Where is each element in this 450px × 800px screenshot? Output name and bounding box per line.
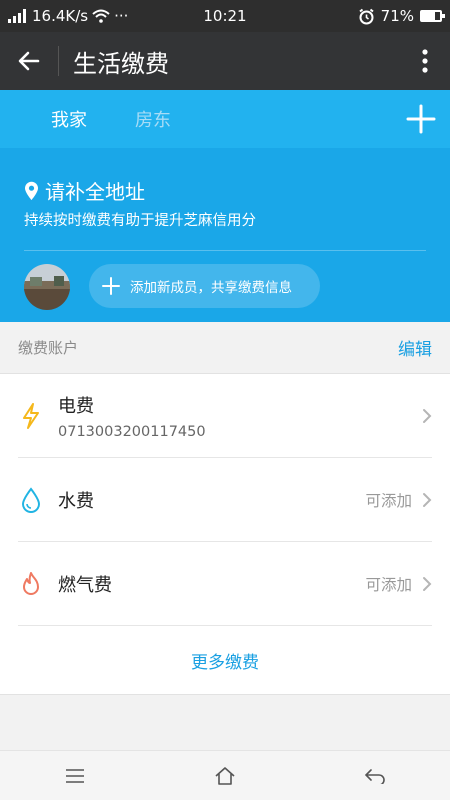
battery-percent: 71% xyxy=(380,7,414,25)
chevron-right-icon xyxy=(423,493,432,507)
bill-name: 燃气费 xyxy=(58,575,112,596)
wifi-icon xyxy=(92,9,110,23)
plus-icon xyxy=(102,277,120,295)
plus-icon[interactable] xyxy=(404,102,438,136)
credit-hint: 持续按时缴费有助于提升芝麻信用分 xyxy=(24,213,256,229)
nav-home-button[interactable] xyxy=(195,756,255,796)
battery-icon xyxy=(420,10,445,22)
tab-my-home[interactable]: 我家 xyxy=(27,106,111,132)
chevron-right-icon xyxy=(423,409,432,423)
tab-landlord[interactable]: 房东 xyxy=(111,106,195,132)
avatar[interactable] xyxy=(24,264,70,310)
flame-icon xyxy=(18,571,44,597)
status-bar: 16.4K/s ··· 10:21 71% xyxy=(0,0,450,32)
page-title: 生活缴费 xyxy=(73,49,169,78)
app-bar: 生活缴费 xyxy=(0,32,450,90)
list-item-gas[interactable]: 燃气费 可添加 xyxy=(0,542,450,626)
list-item-water[interactable]: 水费 可添加 xyxy=(0,458,450,542)
family-header: 我家 房东 请补全地址 持续按时缴费有助于提升芝麻信用分 添加新成员，共享缴费信… xyxy=(0,90,450,322)
lightning-icon xyxy=(18,403,44,429)
header-divider xyxy=(24,250,426,251)
arrow-left-icon xyxy=(18,51,40,71)
bill-name: 电费 xyxy=(58,396,94,417)
add-status: 可添加 xyxy=(365,492,412,510)
signal-icon xyxy=(8,9,26,23)
more-options-button[interactable] xyxy=(400,32,450,90)
network-speed: 16.4K/s xyxy=(32,7,89,25)
app-bar-divider xyxy=(58,46,59,76)
more-bills-button[interactable]: 更多缴费 xyxy=(0,626,450,695)
system-nav-bar xyxy=(0,750,450,800)
bill-account-list: 电费 0713003200117450 水费 可添加 燃气费 可添加 更多缴费 xyxy=(0,374,450,695)
nav-back-button[interactable] xyxy=(345,756,405,796)
back-button[interactable] xyxy=(0,32,58,90)
back-icon xyxy=(364,768,385,784)
section-header: 缴费账户 编辑 xyxy=(0,322,450,374)
add-member-button[interactable]: 添加新成员，共享缴费信息 xyxy=(89,264,320,308)
bill-name: 水费 xyxy=(58,491,94,512)
add-status: 可添加 xyxy=(365,576,412,594)
alarm-icon xyxy=(359,8,374,24)
water-drop-icon xyxy=(18,487,44,513)
home-icon xyxy=(215,766,235,785)
more-dots: ··· xyxy=(114,7,129,25)
section-title: 缴费账户 xyxy=(18,339,79,357)
address-label: 请补全地址 xyxy=(45,180,145,204)
menu-icon xyxy=(66,768,84,783)
avatar-photo xyxy=(24,264,70,310)
tab-bar: 我家 房东 xyxy=(0,90,450,148)
more-vertical-icon xyxy=(422,49,428,73)
account-number: 0713003200117450 xyxy=(58,424,206,440)
chevron-right-icon xyxy=(423,577,432,591)
nav-menu-button[interactable] xyxy=(45,756,105,796)
location-pin-icon xyxy=(25,181,38,200)
add-member-label: 添加新成员，共享缴费信息 xyxy=(130,280,292,296)
list-item-electricity[interactable]: 电费 0713003200117450 xyxy=(0,374,450,458)
edit-button[interactable]: 编辑 xyxy=(398,335,432,360)
complete-address-button[interactable]: 请补全地址 xyxy=(24,176,145,205)
